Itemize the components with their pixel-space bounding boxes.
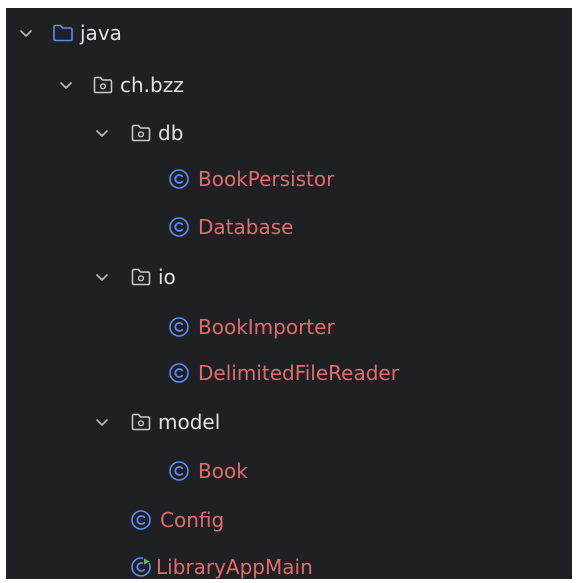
- package-icon: [131, 124, 151, 142]
- tree-node-label: Config: [160, 508, 225, 532]
- chevron-down-icon[interactable]: [94, 414, 110, 430]
- tree-node-label: BookImporter: [198, 315, 335, 339]
- class-icon: [169, 461, 189, 481]
- tree-node-label: DelimitedFileReader: [198, 361, 399, 385]
- package-icon: [131, 413, 151, 431]
- class-icon: [131, 510, 151, 530]
- tree-node-database[interactable]: Database: [6, 204, 572, 250]
- tree-node-java[interactable]: java: [6, 10, 572, 56]
- tree-node-label: Database: [198, 215, 294, 239]
- tree-node-label: model: [158, 410, 221, 434]
- tree-node-label: LibraryAppMain: [156, 555, 313, 579]
- tree-node-label: Book: [198, 459, 248, 483]
- tree-node-label: java: [80, 21, 122, 45]
- tree-node-book[interactable]: Book: [6, 448, 572, 494]
- chevron-down-icon[interactable]: [94, 125, 110, 141]
- package-icon: [93, 76, 113, 94]
- class-icon: [169, 217, 189, 237]
- tree-node-bookimporter[interactable]: BookImporter: [6, 304, 572, 350]
- tree-node-io[interactable]: io: [6, 254, 572, 300]
- package-icon: [131, 268, 151, 286]
- chevron-down-icon[interactable]: [94, 269, 110, 285]
- tree-node-label: BookPersistor: [198, 167, 335, 191]
- folder-icon: [53, 24, 73, 42]
- chevron-down-icon[interactable]: [58, 77, 74, 93]
- chevron-down-icon[interactable]: [18, 25, 34, 41]
- tree-node-label: ch.bzz: [120, 73, 184, 97]
- tree-node-config[interactable]: Config: [6, 497, 572, 543]
- runnable-class-icon: [131, 556, 152, 577]
- tree-node-label: db: [158, 121, 184, 145]
- tree-node-bookpersistor[interactable]: BookPersistor: [6, 156, 572, 202]
- tree-node-db[interactable]: db: [6, 110, 572, 156]
- tree-node-label: io: [158, 265, 176, 289]
- tree-node-delimitedfilereader[interactable]: DelimitedFileReader: [6, 350, 572, 396]
- tree-node-libraryappmain[interactable]: LibraryAppMain: [6, 544, 572, 583]
- project-tree: java ch.bzz db BookPersistor Database io…: [6, 8, 572, 579]
- class-icon: [169, 317, 189, 337]
- tree-node-model[interactable]: model: [6, 399, 572, 445]
- tree-node-ch-bzz[interactable]: ch.bzz: [6, 62, 572, 108]
- class-icon: [169, 169, 189, 189]
- screenshot-frame: java ch.bzz db BookPersistor Database io…: [0, 0, 579, 583]
- class-icon: [169, 363, 189, 383]
